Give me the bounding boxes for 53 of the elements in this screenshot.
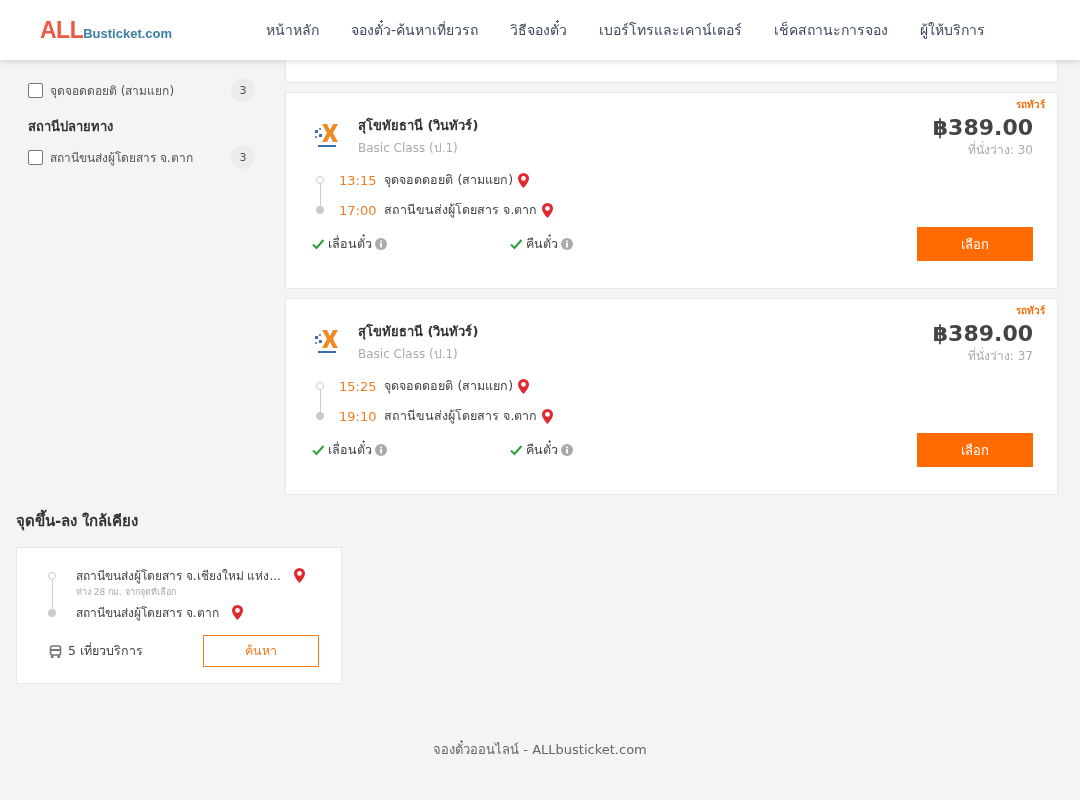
stop-name: สถานีขนส่งผู้โดยสาร จ.ตาก — [384, 407, 538, 426]
map-pin-icon — [230, 604, 244, 621]
site-logo[interactable]: ALLBusticket.com — [40, 16, 173, 44]
feature-label: เลื่อนตั๋ว — [328, 234, 372, 253]
bus-class: Basic Class (ป.1) — [358, 140, 459, 157]
map-pin-icon — [541, 201, 555, 219]
bus-type-label: รถทัวร์ — [1016, 98, 1045, 112]
nav-link[interactable]: วิธีจองตั๋ว — [510, 19, 568, 41]
operator-name: สุโขทัยธานี (วินทัวร์) — [358, 117, 479, 136]
count-badge: 3 — [231, 78, 255, 102]
seats-available: ที่นั่งว่าง: 37 — [966, 346, 1033, 365]
map-pin-icon — [541, 407, 555, 425]
feature-label: คืนตั๋ว — [526, 234, 558, 253]
filter-heading: สถานีปลายทาง — [28, 118, 114, 136]
departure-time: 19:10 — [339, 408, 377, 424]
departure-time: 17:00 — [339, 202, 377, 218]
ticket-price: ฿389.00 — [932, 115, 1033, 140]
stop-name: จุดจอดดอยติ (สามแยก) — [384, 171, 514, 190]
map-pin-icon — [292, 567, 306, 584]
ticket-price: ฿389.00 — [932, 321, 1033, 346]
bus-class: Basic Class (ป.1) — [358, 346, 459, 363]
bus-icon — [49, 644, 62, 658]
info-icon — [561, 238, 573, 250]
trip-count: 5 เที่ยวบริการ — [68, 641, 143, 660]
section-heading: จุดขึ้น-ลง ใกล้เคียง — [16, 509, 1064, 533]
filter-option[interactable]: สถานีขนส่งผู้โดยสาร จ.ตาก — [50, 147, 231, 167]
feature-label: คืนตั๋ว — [526, 440, 558, 459]
departure-time: 13:15 — [339, 172, 377, 188]
checkbox[interactable] — [28, 149, 43, 165]
nav-link[interactable]: หน้าหลัก — [266, 19, 320, 41]
nav-link[interactable]: เช็คสถานะการจอง — [774, 19, 889, 41]
distance-note: ห่าง 28 กม. จากจุดที่เลือก — [76, 585, 177, 599]
nav-link[interactable]: เบอร์โทรและเคาน์เตอร์ — [599, 19, 743, 41]
operator-name: สุโขทัยธานี (วินทัวร์) — [358, 323, 479, 342]
feature-label: เลื่อนตั๋ว — [328, 440, 372, 459]
count-badge: 3 — [231, 145, 255, 169]
stop-name: สถานีขนส่งผู้โดยสาร จ.ตาก — [76, 605, 219, 622]
info-icon — [375, 444, 387, 456]
seats-available: ที่นั่งว่าง: 30 — [966, 140, 1033, 159]
departure-time: 15:25 — [339, 378, 377, 394]
filter-option[interactable]: จุดจอดดอยติ (สามแยก) — [50, 80, 231, 100]
nav-link[interactable]: จองตั๋ว-ค้นหาเที่ยวรถ — [351, 19, 479, 41]
info-icon — [561, 444, 573, 456]
nav-link[interactable]: ผู้ให้บริการ — [920, 19, 986, 41]
bus-type-label: รถทัวร์ — [1016, 304, 1045, 318]
map-pin-icon — [517, 377, 531, 395]
footer-text: จองตั๋วออนไลน์ - ALLbusticket.com — [433, 742, 647, 757]
stop-name: สถานีขนส่งผู้โดยสาร จ.ตาก — [384, 201, 538, 220]
stop-name: จุดจอดดอยติ (สามแยก) — [384, 377, 514, 396]
info-icon — [375, 238, 387, 250]
checkbox[interactable] — [28, 82, 43, 98]
map-pin-icon — [517, 171, 531, 189]
stop-name: สถานีขนส่งผู้โดยสาร จ.เชียงใหม่ แห่ง... — [76, 568, 281, 585]
